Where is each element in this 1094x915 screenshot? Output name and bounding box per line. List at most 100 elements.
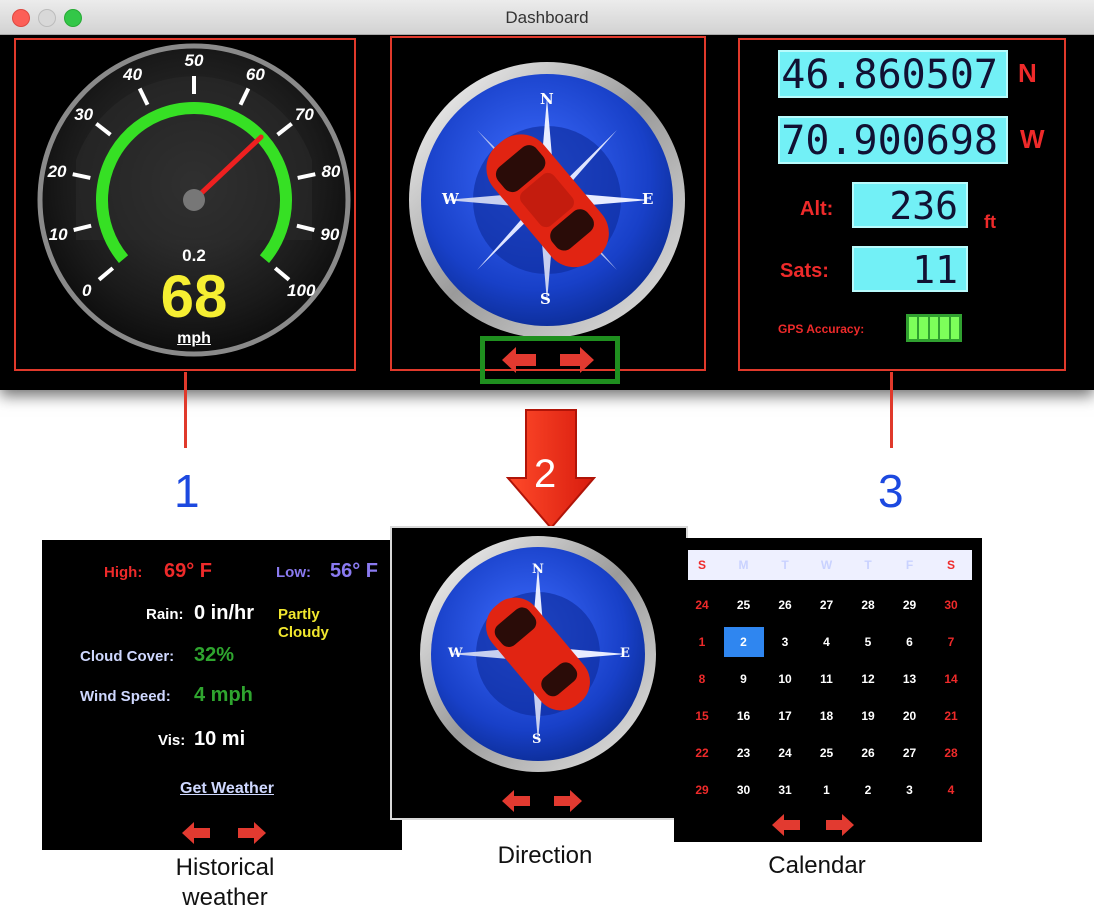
callout-line-3 [890, 372, 893, 448]
calendar-day[interactable]: 16 [724, 701, 764, 731]
compass-north-label: N [540, 90, 554, 108]
calendar-day[interactable]: 9 [724, 664, 764, 694]
calendar-day-selected[interactable]: 2 [723, 627, 764, 657]
get-weather-link[interactable]: Get Weather [180, 780, 274, 798]
calendar-day[interactable]: 14 [931, 664, 971, 694]
calendar-day[interactable]: 29 [682, 775, 722, 805]
calendar-day[interactable]: 22 [682, 738, 722, 768]
calendar-day[interactable]: 28 [848, 590, 888, 620]
wind-speed-label: Wind Speed: [80, 688, 171, 705]
callout-line-1 [184, 372, 187, 448]
gauge-tick-label: 80 [321, 162, 340, 181]
gauge-tick-label: 10 [49, 225, 68, 244]
direction-next-button[interactable] [554, 790, 582, 812]
compass-panel: N S E W [390, 36, 706, 371]
calendar-day[interactable]: 6 [890, 627, 930, 657]
rain-label: Rain: [146, 606, 184, 623]
gauge-tick-label: 40 [122, 65, 142, 84]
calendar-day[interactable]: 2 [848, 775, 888, 805]
calendar-panel: S M T W T F S 24 25 26 27 28 29 30 1 2 3 4 5 6 7 8 9 10 11 12 13 14… [674, 538, 982, 842]
calendar-prev-button[interactable] [772, 814, 800, 836]
calendar-day[interactable]: 27 [807, 590, 847, 620]
latitude-direction: N [1018, 58, 1037, 88]
calendar-day[interactable]: 15 [682, 701, 722, 731]
weather-caption-line2: weather [182, 884, 268, 911]
calendar-day[interactable]: 19 [848, 701, 888, 731]
low-value: 56° F [330, 560, 379, 582]
weather-panel: High: 69° F Low: 56° F Rain: 0 in/hr Par… [42, 540, 402, 850]
visibility-label: Vis: [158, 732, 186, 749]
title-bar: Dashboard [0, 0, 1094, 35]
altitude-label: Alt: [800, 198, 834, 220]
calendar-day[interactable]: 13 [890, 664, 930, 694]
calendar-day[interactable]: 1 [807, 775, 847, 805]
calendar-day[interactable]: 25 [724, 590, 764, 620]
calendar-weekday: S [946, 558, 955, 572]
altitude-unit: ft [984, 212, 996, 232]
calendar-day[interactable]: 17 [765, 701, 805, 731]
calendar-day[interactable]: 8 [682, 664, 722, 694]
compass-prev-button[interactable] [502, 347, 536, 373]
calendar-day[interactable]: 10 [765, 664, 805, 694]
calendar-day[interactable]: 26 [848, 738, 888, 768]
calendar-day[interactable]: 24 [682, 590, 722, 620]
calendar-day[interactable]: 18 [807, 701, 847, 731]
altitude-display: 236 [852, 182, 968, 228]
calendar-next-button[interactable] [826, 814, 854, 836]
gauge-tick-label: 50 [185, 51, 204, 70]
calendar-day[interactable]: 26 [765, 590, 805, 620]
gauge-tick-label: 20 [47, 162, 67, 181]
condition-line1: Partly [278, 606, 320, 623]
calendar-day[interactable]: 27 [890, 738, 930, 768]
calendar-day[interactable]: 28 [931, 738, 971, 768]
gps-accuracy-bar [940, 317, 949, 339]
direction-prev-button[interactable] [502, 790, 530, 812]
direction-caption: Direction [497, 842, 593, 869]
calendar-day[interactable]: 30 [931, 590, 971, 620]
speedometer-panel: 0 10 20 30 40 50 60 70 80 90 100 0.2 68 mph [14, 38, 356, 371]
calendar-day[interactable]: 20 [890, 701, 930, 731]
calendar-day[interactable]: 12 [848, 664, 888, 694]
high-value: 69° F [164, 560, 213, 582]
compass-nav-highlight [480, 336, 620, 384]
calendar-day[interactable]: 23 [724, 738, 764, 768]
gauge-tick-label: 60 [246, 65, 265, 84]
gps-accuracy-bar [929, 317, 939, 339]
calendar-weekday: T [781, 558, 789, 572]
weather-caption-line1: Historical [175, 854, 275, 881]
calendar-day[interactable]: 11 [807, 664, 847, 694]
calendar-day[interactable]: 7 [931, 627, 971, 657]
gauge-tick-label: 30 [74, 105, 93, 124]
weather-prev-button[interactable] [182, 822, 210, 844]
wind-speed-value: 4 mph [194, 684, 253, 706]
calendar-day[interactable]: 3 [890, 775, 930, 805]
calendar-day[interactable]: 21 [931, 701, 971, 731]
calendar-day[interactable]: 29 [890, 590, 930, 620]
gps-accuracy-label: GPS Accuracy: [778, 322, 865, 336]
gauge-tick-label: 70 [295, 105, 314, 124]
gps-accuracy-meter [906, 314, 962, 342]
condition-line2: Cloudy [278, 624, 329, 641]
compass-east-label: E [642, 190, 654, 208]
calendar-day[interactable]: 4 [931, 775, 971, 805]
calendar-day[interactable]: 25 [807, 738, 847, 768]
calendar-day[interactable]: 3 [765, 627, 805, 657]
dashboard-window: Dashboard 0 10 20 30 40 50 60 70 80 90 100 0.2 68 … [0, 0, 1094, 390]
calendar-day[interactable]: 4 [807, 627, 847, 657]
weather-next-button[interactable] [238, 822, 266, 844]
speed-reading: 68 [160, 263, 228, 330]
callout-number-2: 2 [534, 452, 557, 496]
direction-panel: N S E W [390, 526, 688, 820]
gauge-tick-label: 100 [287, 281, 316, 300]
calendar-day[interactable]: 5 [848, 627, 888, 657]
gps-accuracy-bar [919, 317, 928, 339]
rain-value: 0 in/hr [194, 602, 255, 624]
calendar-day[interactable]: 30 [724, 775, 764, 805]
needle-hub [183, 189, 205, 211]
calendar-day[interactable]: 1 [682, 627, 722, 657]
calendar-weekday: M [738, 558, 749, 572]
compass-next-button[interactable] [560, 347, 594, 373]
calendar-day[interactable]: 31 [765, 775, 805, 805]
calendar-day[interactable]: 24 [765, 738, 805, 768]
cloud-cover-value: 32% [194, 644, 235, 666]
